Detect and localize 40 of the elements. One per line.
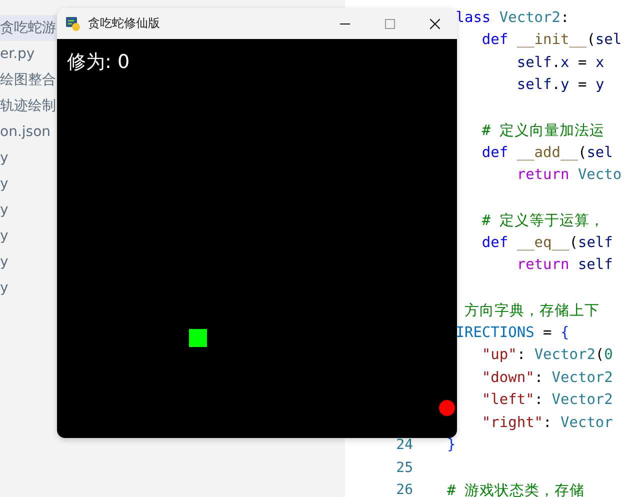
- file-name[interactable]: y: [0, 228, 8, 244]
- code-line: self.x = x: [516, 54, 604, 71]
- line-number: 25: [396, 460, 413, 476]
- line-number: 26: [396, 482, 413, 497]
- code-line: "up": Vector2(0: [480, 347, 613, 364]
- code-line: "right": Vector: [480, 414, 613, 431]
- file-name[interactable]: y: [0, 280, 8, 296]
- snake-block: [189, 329, 207, 347]
- code-line: # 定义向量加法运: [480, 122, 604, 140]
- file-name[interactable]: 贪吃蛇游: [0, 19, 56, 37]
- code-line: }: [447, 437, 456, 454]
- code-line: IRECTIONS = {: [454, 324, 570, 341]
- file-name[interactable]: er.py: [0, 46, 35, 62]
- app-icon: [66, 16, 80, 30]
- score-label: 修为: 0: [67, 50, 130, 75]
- file-name[interactable]: y: [0, 254, 8, 270]
- food-dot: [439, 400, 455, 416]
- code-line: # 游戏状态类，存储: [447, 482, 584, 497]
- code-line: return Vecto: [516, 167, 622, 184]
- file-name[interactable]: on.json: [0, 124, 51, 140]
- code-line: 方向字典，存储上下: [463, 302, 600, 320]
- file-name[interactable]: y: [0, 150, 8, 166]
- close-icon[interactable]: [430, 18, 440, 28]
- code-line: return self: [516, 257, 613, 274]
- code-line: "down": Vector2: [480, 370, 613, 386]
- line-number: 24: [396, 437, 413, 454]
- file-name[interactable]: 轨迹绘制: [0, 97, 56, 115]
- file-item[interactable]: 贪吃蛇游: [0, 15, 57, 41]
- code-line: # 定义等于运算，: [480, 212, 604, 230]
- file-name[interactable]: y: [0, 202, 8, 218]
- code-line: "left": Vector2: [480, 392, 613, 408]
- file-name[interactable]: y: [0, 176, 8, 192]
- code-line: def __init__(sel: [480, 32, 622, 48]
- maximize-icon[interactable]: [384, 18, 394, 28]
- window-title: 贪吃蛇修仙版: [88, 15, 160, 32]
- code-line: lass Vector2:: [454, 10, 570, 26]
- code-line: def __eq__(self: [480, 234, 613, 251]
- code-line: self.y = y: [516, 77, 604, 94]
- file-name[interactable]: 绘图整合: [0, 71, 56, 89]
- code-line: def __add__(sel: [480, 144, 613, 161]
